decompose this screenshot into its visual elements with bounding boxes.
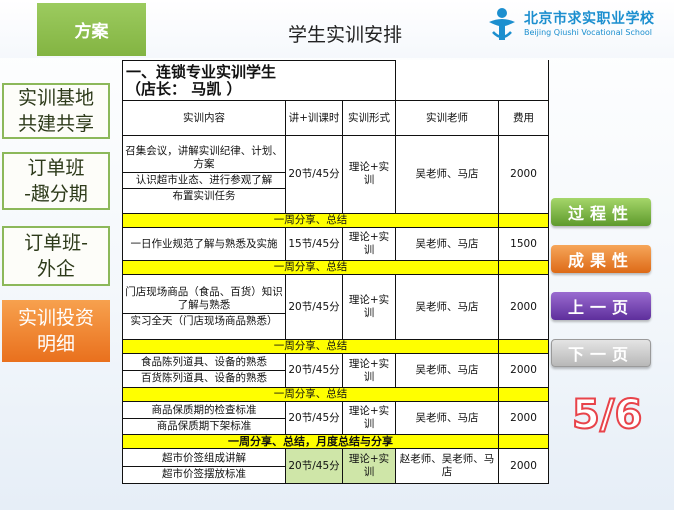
content-item: 超市价签摆放标准 bbox=[162, 467, 246, 480]
summary-cell: 一周分享、总结，月度总结与分享 bbox=[121, 434, 500, 450]
nav-item-label: 订单班 -趣分期 bbox=[24, 157, 88, 205]
hours-cell: 20节/45分 bbox=[285, 353, 343, 388]
content-cell: 门店现场商品（食品、百货）知识了解与熟悉 实习全天（门店现场商品熟悉） bbox=[122, 274, 286, 341]
nav-item-shared-base[interactable]: 实训基地 共建共享 bbox=[2, 83, 110, 139]
nav-item-label: 实训基地 共建共享 bbox=[17, 87, 94, 135]
content-item: 商品保质期下架标准 bbox=[156, 419, 252, 432]
fee-cell: 2000 bbox=[498, 400, 550, 436]
header-hours: 讲+训课时 bbox=[285, 100, 343, 136]
content-item: 门店现场商品（食品、百货）知识了解与熟悉 bbox=[123, 285, 285, 315]
table-row: 商品保质期的检查标准 商品保质期下架标准 20节/45分 理论+实训 吴老师、马… bbox=[122, 400, 550, 436]
content-cell: 食品陈列道具、设备的熟悉 百货陈列道具、设备的熟悉 bbox=[122, 353, 286, 388]
header-teacher: 实训老师 bbox=[395, 100, 500, 136]
teacher-cell: 赵老师、吴老师、马店 bbox=[395, 448, 500, 484]
summary-row: 一周分享、总结 bbox=[121, 386, 550, 402]
table-title: 一、连锁专业实训学生 （店长： 马凯 ） bbox=[121, 59, 397, 102]
header-content: 实训内容 bbox=[122, 100, 286, 136]
content-item: 商品保质期的检查标准 bbox=[123, 403, 285, 419]
content-item: 实习全天（门店现场商品熟悉） bbox=[130, 315, 278, 328]
process-button[interactable]: 过程性 bbox=[551, 198, 651, 226]
summary-cell: 一周分享、总结 bbox=[121, 212, 500, 228]
header-fee: 费用 bbox=[498, 100, 550, 136]
result-button[interactable]: 成果性 bbox=[551, 245, 651, 273]
table-title-line1: 一、连锁专业实训学生 bbox=[126, 62, 277, 81]
nav-item-label: 订单班- 外企 bbox=[24, 232, 88, 280]
summary-cell: 一周分享、总结 bbox=[121, 260, 500, 276]
training-schedule-table: 一、连锁专业实训学生 （店长： 马凯 ） 实训内容 讲+训课时 实训形式 实训老… bbox=[121, 59, 550, 484]
content-cell: 超市价签组成讲解 超市价签摆放标准 bbox=[122, 448, 286, 484]
table-row: 一日作业规范了解与熟悉及实施 15节/45分 理论+实训 吴老师、马店 1500 bbox=[122, 226, 550, 262]
hours-cell: 20节/45分 bbox=[285, 400, 343, 436]
summary-row: 一周分享、总结 bbox=[121, 212, 550, 228]
content-item: 食品陈列道具、设备的熟悉 bbox=[123, 355, 285, 372]
table-row: 召集会议，讲解实训纪律、计划、方案 认识超市业态、进行参观了解 布置实训任务 2… bbox=[122, 134, 550, 214]
content-item: 召集会议，讲解实训纪律、计划、方案 bbox=[123, 144, 285, 174]
next-page-button[interactable]: 下一页 bbox=[551, 339, 651, 367]
content-item: 百货陈列道具、设备的熟悉 bbox=[141, 372, 267, 385]
hours-cell: 15节/45分 bbox=[285, 226, 343, 262]
teacher-cell: 吴老师、马店 bbox=[395, 400, 500, 436]
section-tab-plan[interactable]: 方案 bbox=[37, 3, 146, 56]
logo-text-en: Beijing Qiushi Vocational School bbox=[524, 28, 652, 37]
fee-cell: 1500 bbox=[498, 226, 550, 262]
teacher-cell: 吴老师、马店 bbox=[395, 226, 500, 262]
logo-text-cn: 北京市求实职业学校 bbox=[524, 11, 655, 27]
summary-row: 一周分享、总结 bbox=[121, 339, 550, 355]
content-item: 布置实训任务 bbox=[172, 190, 236, 203]
teacher-cell: 吴老师、马店 bbox=[395, 353, 500, 388]
page-indicator: 5/6 bbox=[571, 391, 643, 439]
school-logo: 北京市求实职业学校 Beijing Qiushi Vocational Scho… bbox=[483, 6, 663, 46]
content-cell: 商品保质期的检查标准 商品保质期下架标准 bbox=[122, 400, 286, 436]
hours-cell: 20节/45分 bbox=[285, 274, 343, 341]
nav-item-investment-detail[interactable]: 实训投资 明细 bbox=[2, 300, 110, 362]
content-item: 认识超市业态、进行参观了解 bbox=[123, 173, 285, 190]
nav-item-order-class-qufenqi[interactable]: 订单班 -趣分期 bbox=[2, 152, 110, 210]
form-cell: 理论+实训 bbox=[341, 400, 397, 436]
table-header-row: 实训内容 讲+训课时 实训形式 实训老师 费用 bbox=[122, 100, 550, 136]
table-title-row: 一、连锁专业实训学生 （店长： 马凯 ） bbox=[121, 59, 550, 102]
fee-cell: 2000 bbox=[498, 448, 550, 484]
fee-cell: 2000 bbox=[498, 274, 550, 341]
summary-row: 一周分享、总结 bbox=[121, 260, 550, 276]
form-cell: 理论+实训 bbox=[341, 274, 397, 341]
table-row: 门店现场商品（食品、百货）知识了解与熟悉 实习全天（门店现场商品熟悉） 20节/… bbox=[122, 274, 550, 341]
form-cell: 理论+实训 bbox=[341, 353, 397, 388]
content-cell: 一日作业规范了解与熟悉及实施 bbox=[122, 226, 286, 262]
hours-cell: 20节/45分 bbox=[285, 134, 343, 214]
teacher-cell: 吴老师、马店 bbox=[395, 274, 500, 341]
nav-item-order-class-foreign[interactable]: 订单班- 外企 bbox=[2, 226, 110, 286]
school-logo-icon bbox=[489, 8, 515, 40]
page-title: 学生实训安排 bbox=[287, 24, 402, 46]
table-row: 超市价签组成讲解 超市价签摆放标准 20节/45分 理论+实训 赵老师、吴老师、… bbox=[122, 448, 550, 484]
hours-cell: 20节/45分 bbox=[285, 448, 343, 484]
form-cell: 理论+实训 bbox=[341, 448, 397, 484]
summary-cell: 一周分享、总结 bbox=[121, 339, 500, 355]
summary-cell: 一周分享、总结 bbox=[121, 386, 500, 402]
fee-cell: 2000 bbox=[498, 134, 550, 214]
table-title-line2: （店长： 马凯 ） bbox=[126, 79, 242, 98]
summary-row: 一周分享、总结，月度总结与分享 bbox=[121, 434, 550, 450]
nav-item-label: 实训投资 明细 bbox=[17, 307, 94, 355]
content-item: 超市价签组成讲解 bbox=[123, 451, 285, 467]
teacher-cell: 吴老师、马店 bbox=[395, 134, 500, 214]
content-cell: 召集会议，讲解实训纪律、计划、方案 认识超市业态、进行参观了解 布置实训任务 bbox=[122, 134, 286, 214]
table-row: 食品陈列道具、设备的熟悉 百货陈列道具、设备的熟悉 20节/45分 理论+实训 … bbox=[122, 353, 550, 388]
form-cell: 理论+实训 bbox=[341, 226, 397, 262]
prev-page-button[interactable]: 上一页 bbox=[551, 292, 651, 320]
header-form: 实训形式 bbox=[341, 100, 397, 136]
fee-cell: 2000 bbox=[498, 353, 550, 388]
form-cell: 理论+实训 bbox=[341, 134, 397, 214]
